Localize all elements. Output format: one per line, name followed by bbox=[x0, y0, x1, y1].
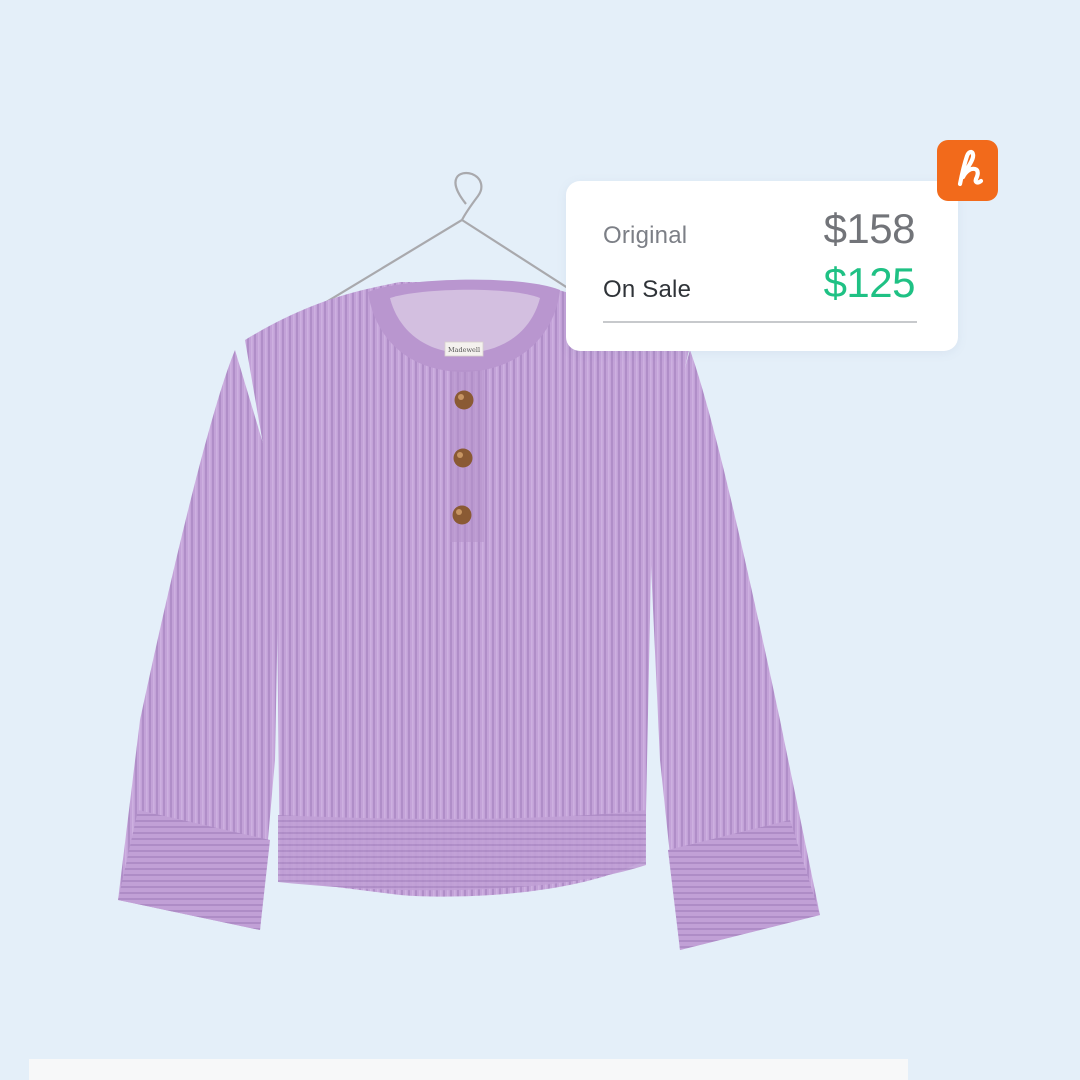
button-1 bbox=[454, 390, 474, 410]
svg-text:Madewell: Madewell bbox=[448, 346, 480, 354]
sale-price-row: On Sale $125 bbox=[603, 259, 916, 307]
sale-price: $125 bbox=[823, 259, 916, 306]
price-card-divider bbox=[603, 321, 917, 323]
sweater-hem bbox=[278, 810, 646, 891]
sale-price-label: On Sale bbox=[603, 276, 692, 303]
button-2 bbox=[453, 448, 473, 468]
bottom-panel bbox=[29, 1059, 908, 1080]
promo-canvas: Madewell Original $158 On Sale $125 bbox=[0, 0, 1080, 1080]
original-price: $158 bbox=[823, 205, 916, 252]
honey-logo-icon bbox=[937, 140, 998, 201]
price-card: Original $158 On Sale $125 bbox=[566, 181, 958, 351]
original-price-label: Original bbox=[603, 222, 688, 249]
original-price-row: Original $158 bbox=[603, 205, 916, 253]
button-3 bbox=[452, 505, 472, 525]
